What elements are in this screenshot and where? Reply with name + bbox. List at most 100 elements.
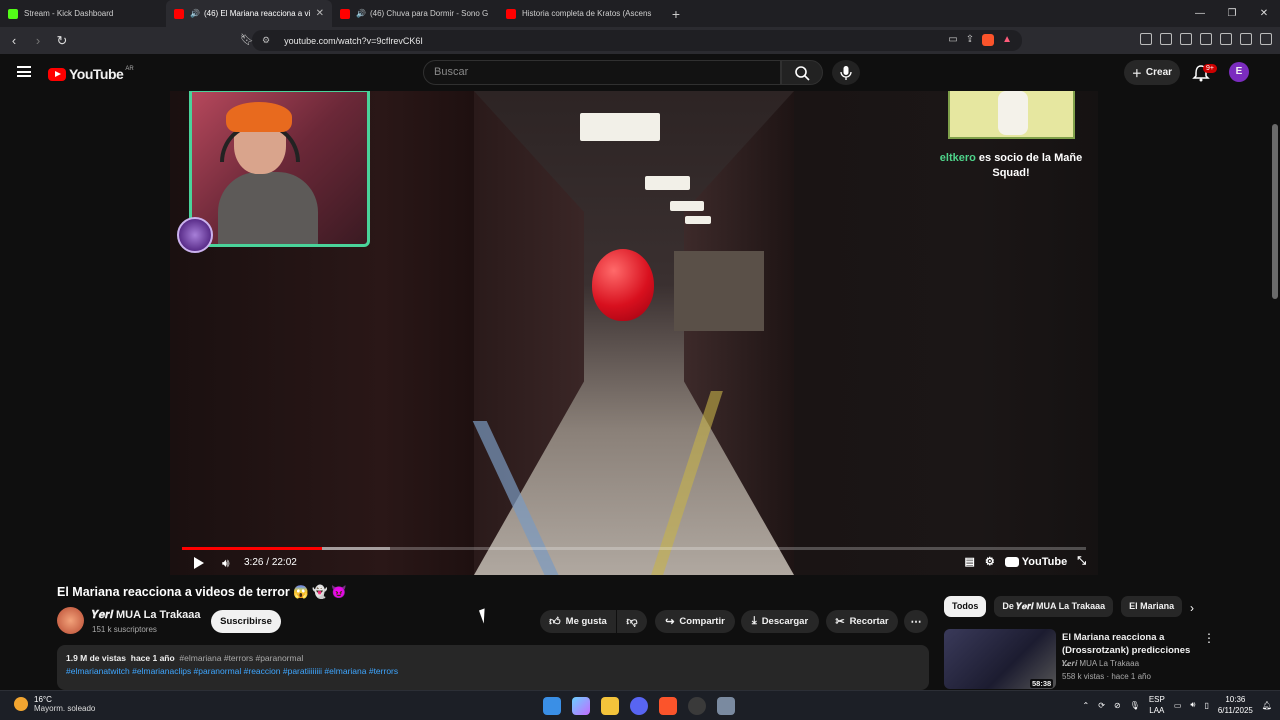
- browser-tab-chuva[interactable]: 🔊 (46) Chuva para Dormir - Sono G: [332, 0, 498, 27]
- dislike-button[interactable]: 👎︎: [617, 610, 647, 633]
- subtitles-icon[interactable]: ▤: [964, 555, 974, 568]
- windows-taskbar: 16°C Mayorm. soleado ⌃ ⟳ ⊘ 🎙︎ ESP LAA ▭ 🔊…: [0, 690, 1280, 720]
- windows-start-icon[interactable]: [543, 697, 561, 715]
- microphone-icon[interactable]: 🎙︎: [1130, 701, 1140, 710]
- speaker-icon[interactable]: 🔊: [356, 9, 366, 18]
- browser-tab-kick[interactable]: Stream - Kick Dashboard: [0, 0, 166, 27]
- kick-favicon-icon: [8, 8, 18, 19]
- network-icon[interactable]: ▭: [1174, 701, 1182, 710]
- obs-icon[interactable]: [688, 697, 706, 715]
- more-actions-button[interactable]: ⋯: [904, 610, 928, 633]
- copilot-icon[interactable]: [572, 697, 590, 715]
- bookmark-icon[interactable]: 🔖︎: [240, 33, 254, 46]
- scrollbar-thumb[interactable]: [1272, 124, 1278, 299]
- temperature: 16°C: [34, 695, 52, 704]
- channel-name[interactable]: 𝒀𝒆𝒓𝒊 MUA La Trakaaa: [92, 609, 201, 622]
- page-scrollbar[interactable]: [1270, 54, 1280, 690]
- more-vertical-icon[interactable]: ⋮: [1203, 631, 1215, 645]
- close-window-icon[interactable]: ✕: [1248, 0, 1280, 27]
- volume-icon[interactable]: 🔊︎: [222, 556, 230, 571]
- country-code: AR: [125, 66, 134, 72]
- chip-todos[interactable]: Todos: [944, 596, 987, 617]
- video-duration: 58:38: [1030, 679, 1054, 688]
- volume-icon[interactable]: 🔊︎: [1190, 700, 1195, 710]
- address-bar-row: ‹ › ↻ 🔖︎ ⚙ youtube.com/watch?v=9cflrevCK…: [0, 27, 1280, 54]
- chevron-up-icon[interactable]: ⌃: [1083, 701, 1090, 710]
- reload-icon[interactable]: ↻: [52, 33, 72, 49]
- system-tray: ⌃ ⟳ ⊘ 🎙︎ ESP LAA ▭ 🔊︎ ▯ 10:36 6/11/2025 🔔︎: [1083, 694, 1272, 716]
- mouse-cursor: [478, 606, 496, 624]
- video-progress-bar[interactable]: [182, 547, 1086, 550]
- speaker-icon[interactable]: 🔊: [190, 9, 200, 18]
- recommended-channel[interactable]: 𝒀𝒆𝒓𝒊 MUA La Trakaaa: [1062, 659, 1202, 669]
- exit-fullscreen-icon[interactable]: ⤡: [1077, 555, 1086, 568]
- play-icon[interactable]: [194, 557, 204, 569]
- description-box[interactable]: 1.9 M de vistas hace 1 año #elmariana #t…: [57, 645, 929, 690]
- youtube-favicon-icon: [506, 8, 516, 19]
- settings-icon[interactable]: ⚙: [985, 555, 995, 568]
- youtube-favicon-icon: [340, 8, 350, 19]
- menu-icon[interactable]: [1260, 33, 1272, 45]
- clip-button[interactable]: ✂ Recortar: [826, 610, 898, 633]
- minimize-icon[interactable]: —: [1184, 0, 1216, 27]
- url-text: youtube.com/watch?v=9cflrevCK6I: [284, 35, 423, 46]
- vpn-icon[interactable]: [1240, 33, 1252, 45]
- channel-subscribers: 151 k suscriptores: [92, 625, 157, 634]
- language-indicator[interactable]: ESP LAA: [1149, 694, 1165, 716]
- browser-tab-kratos[interactable]: Historia completa de Kratos (Ascens: [498, 0, 664, 27]
- share-icon: ↪: [665, 616, 675, 628]
- reader-icon[interactable]: [1140, 33, 1152, 45]
- weather-widget[interactable]: 16°C Mayorm. soleado: [14, 695, 95, 713]
- download-button[interactable]: ⤓ Descargar: [741, 610, 819, 633]
- battery-icon[interactable]: ▯: [1204, 701, 1208, 710]
- brave-shield-icon[interactable]: [982, 34, 995, 46]
- youtube-logo[interactable]: YouTube AR: [48, 66, 134, 82]
- chevron-right-icon[interactable]: ›: [1190, 601, 1194, 615]
- download-icon: ⤓: [751, 615, 757, 627]
- brave-browser-icon[interactable]: [659, 697, 677, 715]
- discord-icon[interactable]: [630, 697, 648, 715]
- new-tab-button[interactable]: +: [664, 6, 688, 22]
- filter-chips: Todos De 𝒀𝒆𝒓𝒊 MUA La Trakaaa El Mariana: [944, 596, 1183, 617]
- cast-icon[interactable]: ▭: [948, 34, 957, 46]
- hamburger-menu-icon[interactable]: [17, 66, 31, 77]
- forward-icon[interactable]: ›: [28, 33, 48, 48]
- back-icon[interactable]: ‹: [4, 33, 24, 48]
- file-explorer-icon[interactable]: [601, 697, 619, 715]
- maximize-icon[interactable]: ❐: [1216, 0, 1248, 27]
- chip-el-mariana[interactable]: El Mariana: [1121, 596, 1183, 617]
- share-icon[interactable]: ⇪: [966, 34, 974, 46]
- scissors-icon: ✂: [835, 616, 845, 628]
- hashtags-line[interactable]: #elmariana #terrors #paranormal: [179, 653, 303, 663]
- like-button[interactable]: 👍︎ Me gusta: [540, 610, 616, 633]
- close-tab-icon[interactable]: ✕: [316, 8, 324, 19]
- site-info-icon[interactable]: ⚙: [262, 35, 270, 46]
- plus-icon: ＋: [1131, 69, 1142, 80]
- account-avatar[interactable]: E: [1229, 62, 1249, 82]
- notification-bell-icon[interactable]: 🔔︎: [1262, 701, 1272, 710]
- settings-icon[interactable]: [717, 697, 735, 715]
- brave-rewards-icon[interactable]: ▲: [1002, 34, 1012, 46]
- chip-channel[interactable]: De 𝒀𝒆𝒓𝒊 MUA La Trakaaa: [994, 596, 1114, 617]
- channel-avatar[interactable]: [57, 607, 84, 634]
- subscribe-button[interactable]: Suscribirse: [211, 610, 281, 633]
- leo-icon[interactable]: [1220, 33, 1232, 45]
- hashtag-links[interactable]: #elmarianatwitch #elmarianaclips #parano…: [66, 666, 920, 676]
- share-button[interactable]: ↪ Compartir: [655, 610, 735, 633]
- video-player[interactable]: eltkero es socio de la Mañe Squad! 🔊︎ 3:…: [170, 91, 1098, 575]
- sidebar-icon[interactable]: [1180, 33, 1192, 45]
- url-field[interactable]: 🔖︎ ⚙ youtube.com/watch?v=9cflrevCK6I ▭ ⇪…: [240, 30, 1022, 51]
- player-right-controls: ▤ ⚙ YouTube ⤡: [964, 555, 1086, 568]
- clock[interactable]: 10:36 6/11/2025: [1218, 694, 1253, 716]
- create-button[interactable]: ＋ Crear: [1124, 60, 1180, 85]
- browser-tab-youtube-active[interactable]: 🔊 (46) El Mariana reacciona a vi ✕: [166, 0, 332, 27]
- music-icon[interactable]: [1160, 33, 1172, 45]
- search-input[interactable]: Buscar: [423, 60, 781, 85]
- sync-icon[interactable]: ⟳: [1098, 701, 1105, 710]
- search-button[interactable]: [781, 60, 823, 85]
- no-network-icon[interactable]: ⊘: [1114, 701, 1121, 710]
- wallet-icon[interactable]: [1200, 33, 1212, 45]
- voice-search-button[interactable]: [832, 60, 860, 85]
- youtube-watermark[interactable]: YouTube: [1004, 556, 1067, 568]
- youtube-play-icon: [48, 67, 66, 81]
